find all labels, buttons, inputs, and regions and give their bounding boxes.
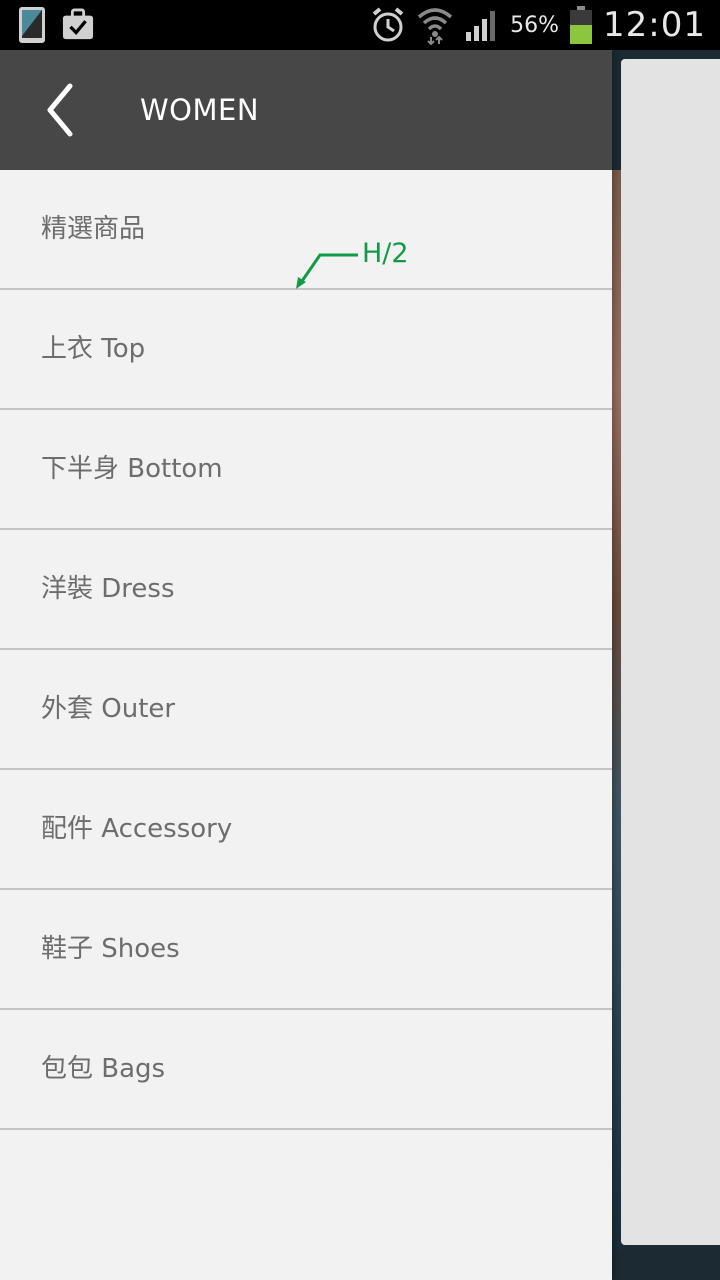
background-image-strip: [612, 170, 621, 1250]
background-card: [621, 59, 720, 1245]
menu-item-outer[interactable]: 外套 Outer: [0, 650, 612, 770]
clock: 12:01: [603, 5, 706, 45]
status-left-icons: [16, 6, 94, 44]
category-list: 精選商品 上衣 Top 下半身 Bottom 洋裝 Dress 外套 Outer…: [0, 170, 612, 1130]
menu-item-shoes[interactable]: 鞋子 Shoes: [0, 890, 612, 1010]
wifi-icon: [417, 8, 453, 45]
menu-item-dress[interactable]: 洋裝 Dress: [0, 530, 612, 650]
drawer-header: WOMEN: [0, 50, 612, 170]
annotation-label: H/2: [362, 238, 409, 269]
menu-item-top[interactable]: 上衣 Top: [0, 290, 612, 410]
briefcase-check-icon: [62, 8, 94, 40]
battery-icon: [570, 6, 593, 44]
signal-icon: [466, 11, 496, 41]
navigation-drawer: WOMEN 精選商品 上衣 Top 下半身 Bottom 洋裝 Dress 外套…: [0, 50, 612, 1280]
alarm-icon: [372, 7, 404, 42]
chevron-left-icon: [47, 83, 73, 137]
menu-item-bottom[interactable]: 下半身 Bottom: [0, 410, 612, 530]
phone-icon: [19, 7, 45, 43]
battery-percent: 56%: [510, 12, 560, 38]
background-content-panel[interactable]: [612, 50, 720, 1280]
back-button[interactable]: [36, 80, 86, 140]
status-bar: 56% 12:01: [0, 0, 720, 50]
menu-item-bags[interactable]: 包包 Bags: [0, 1010, 612, 1130]
status-right-icons: 56% 12:01: [370, 0, 706, 50]
page-title: WOMEN: [140, 93, 260, 127]
menu-item-accessory[interactable]: 配件 Accessory: [0, 770, 612, 890]
